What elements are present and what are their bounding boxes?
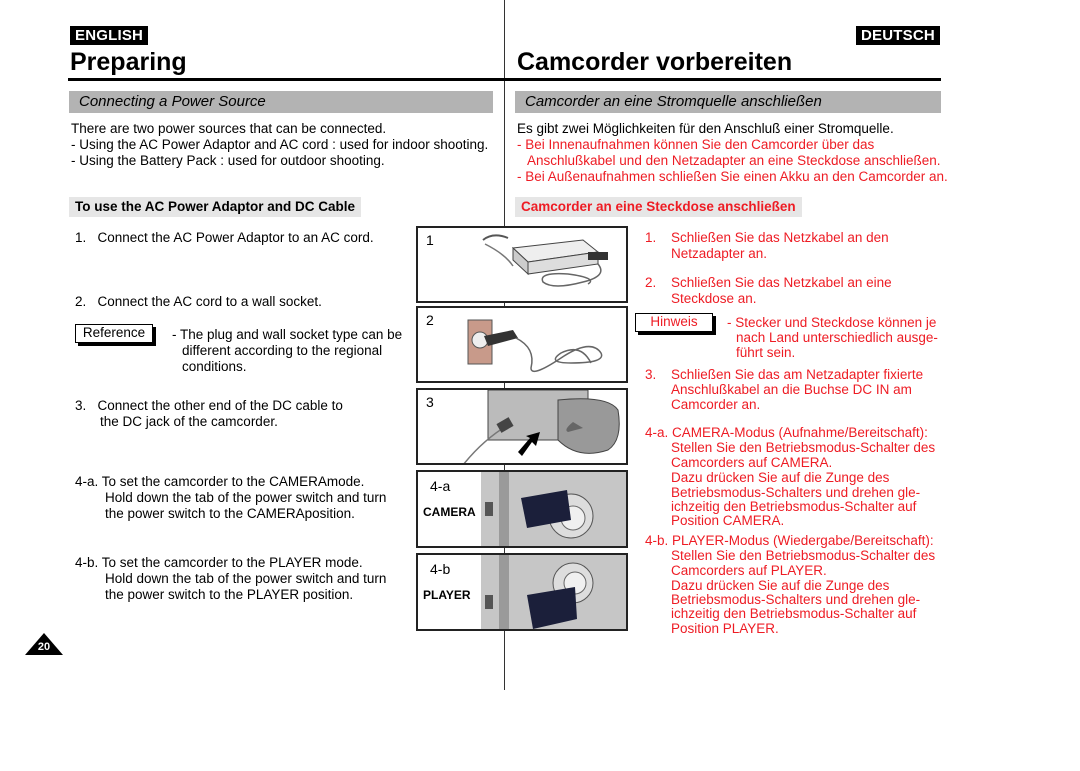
step-3: Camcorder an. [671, 397, 761, 412]
hinweis-label: Hinweis [635, 313, 713, 332]
deutsch-badge: DEUTSCH [856, 26, 940, 45]
camcorder-dc-jack-illustration [463, 390, 620, 463]
page-title-deutsch: Camcorder vorbereiten [517, 48, 793, 76]
english-badge: ENGLISH [70, 26, 149, 45]
figure-number: 3 [426, 394, 434, 410]
ac-adaptor-illustration [482, 234, 608, 287]
figure-number: 2 [426, 312, 434, 328]
reference-note: - The plug and wall socket type can be [172, 327, 403, 342]
step-4b: Camcorders auf PLAYER. [671, 563, 827, 578]
power-switch-player-illustration [481, 555, 626, 629]
step-2: Steckdose an. [671, 291, 757, 306]
step-3: Anschlußkabel an die Buchse DC IN am [671, 382, 912, 397]
step-3-num: 3. [645, 367, 657, 382]
subheading-deutsch: Camcorder an eine Steckdose anschließen [515, 197, 802, 217]
intro-line: - Using the AC Power Adaptor and AC cord… [71, 137, 489, 152]
reference-note: conditions. [182, 359, 247, 374]
step-1: Netzadapter an. [671, 246, 768, 261]
step-2: Schließen Sie das Netzkabel an eine [671, 275, 892, 290]
step-4b: 4-b. PLAYER-Modus (Wiedergabe/Bereitscha… [645, 533, 934, 548]
figure-number: 4-b [430, 561, 451, 577]
figure-mode-label: PLAYER [423, 588, 471, 602]
step-4b: 4-b. To set the camcorder to the PLAYER … [75, 555, 363, 570]
step-4a: Dazu drücken Sie auf die Zunge des [671, 470, 890, 485]
step-3: the DC jack of the camcorder. [100, 414, 278, 429]
reference-note: different according to the regional [182, 343, 383, 358]
figure-4b-player-mode: 4-b PLAYER [416, 553, 628, 631]
figure-2-wall-socket: 2 [416, 306, 628, 383]
step-4a: the power switch to the CAMERAposition. [105, 506, 355, 521]
hinweis-note: nach Land unterschiedlich ausge- [736, 330, 938, 345]
figure-3-dc-jack: 3 [416, 388, 628, 465]
figure-number: 4-a [430, 478, 451, 494]
step-4b: Stellen Sie den Betriebsmodus-Schalter d… [671, 548, 936, 563]
hinweis-note: - Stecker und Steckdose können je [727, 315, 937, 330]
figure-1-adaptor: 1 [416, 226, 628, 303]
intro-line: Anschlußkabel und den Netzadapter an ein… [527, 153, 941, 168]
figure-mode-label: CAMERA [423, 505, 476, 519]
section-heading-text: Connecting a Power Source [79, 93, 266, 110]
power-switch-camera-illustration [481, 472, 626, 546]
step-3: Schließen Sie das am Netzadapter fixiert… [671, 367, 924, 382]
reference-label: Reference [75, 324, 153, 343]
step-4a: Hold down the tab of the power switch an… [105, 490, 387, 505]
step-4b: ichzeitig den Betriebsmodus-Schalter auf [671, 606, 917, 621]
step-2-num: 2. [645, 275, 657, 290]
page-title-english: Preparing [70, 48, 187, 76]
wall-socket-illustration [467, 319, 603, 373]
step-1-num: 1. [645, 230, 657, 245]
step-4a: Camcorders auf CAMERA. [671, 455, 833, 470]
reference-text: Reference [82, 325, 146, 340]
section-heading-deutsch: Camcorder an eine Stromquelle anschließe… [515, 91, 941, 113]
figure-number: 1 [426, 232, 434, 248]
step-4a: Stellen Sie den Betriebsmodus-Schalter d… [671, 440, 936, 455]
step-3: 3. Connect the other end of the DC cable… [75, 398, 343, 413]
section-heading-english: Connecting a Power Source [69, 91, 493, 113]
intro-line: Es gibt zwei Möglichkeiten für den Ansch… [517, 121, 894, 136]
step-1: 1. Connect the AC Power Adaptor to an AC… [75, 230, 374, 245]
hinweis-text: Hinweis [650, 314, 698, 329]
step-1: Schließen Sie das Netzkabel an den [671, 230, 889, 245]
step-4b: the power switch to the PLAYER position. [105, 587, 354, 602]
hinweis-note: führt sein. [736, 345, 796, 360]
title-rule [68, 78, 941, 81]
step-4b: Hold down the tab of the power switch an… [105, 571, 387, 586]
step-2: 2. Connect the AC cord to a wall socket. [75, 294, 322, 309]
figure-4a-camera-mode: 4-a CAMERA [416, 470, 628, 548]
intro-line: - Bei Außenaufnahmen schließen Sie einen… [517, 169, 948, 184]
intro-line: - Bei Innenaufnahmen können Sie den Camc… [517, 137, 875, 152]
step-4a: 4-a. CAMERA-Modus (Aufnahme/Bereitschaft… [645, 425, 928, 440]
section-heading-text: Camcorder an eine Stromquelle anschließe… [525, 93, 822, 110]
page-number: 20 [37, 641, 51, 653]
step-4b: Position PLAYER. [671, 621, 779, 636]
subheading-english: To use the AC Power Adaptor and DC Cable [69, 197, 362, 217]
step-4a: 4-a. To set the camcorder to the CAMERAm… [75, 474, 365, 489]
intro-line: - Using the Battery Pack : used for outd… [71, 153, 385, 168]
step-4a: Position CAMERA. [671, 513, 785, 528]
intro-line: There are two power sources that can be … [71, 121, 387, 136]
